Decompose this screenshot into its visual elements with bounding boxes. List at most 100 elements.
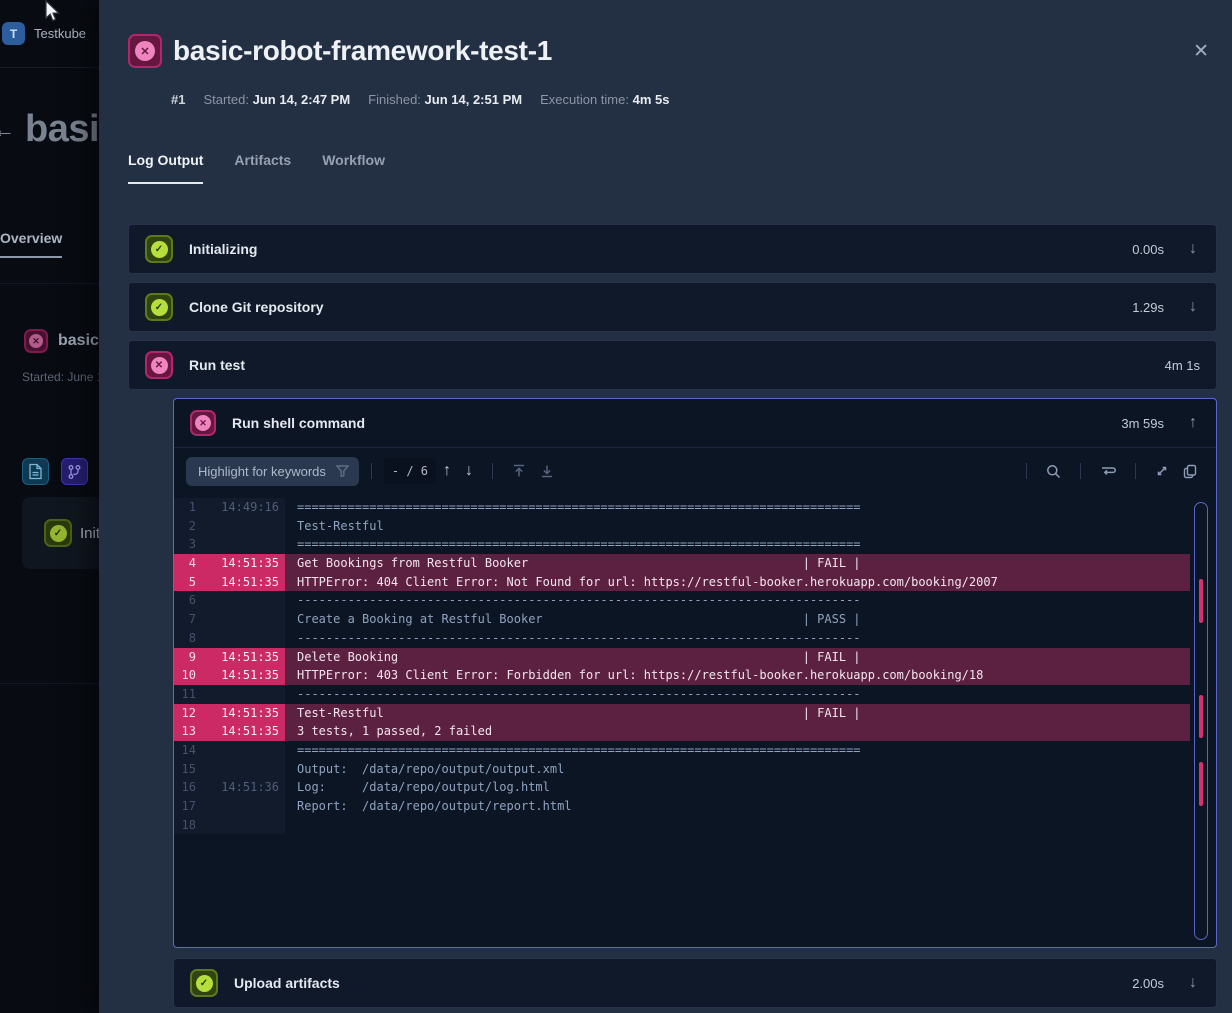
log-lines[interactable]: 114:49:16===============================…: [174, 494, 1190, 947]
finished-label: Finished:: [368, 92, 421, 107]
log-line: 14======================================…: [174, 741, 1190, 760]
step-row-initializing[interactable]: ✓ Initializing 0.00s ↓: [128, 224, 1217, 274]
background-step-label: Init: [80, 525, 100, 542]
next-match-icon[interactable]: ↓: [465, 462, 473, 480]
tab-workflow[interactable]: Workflow: [322, 152, 385, 184]
execution-fail-status-icon: ✕: [128, 34, 162, 68]
tab-artifacts[interactable]: Artifacts: [234, 152, 291, 184]
log-line-number: 9: [174, 648, 196, 667]
testkube-logo[interactable]: T: [2, 22, 25, 45]
chevron-down-icon[interactable]: ↓: [1186, 298, 1200, 316]
log-line-number: 15: [174, 760, 196, 779]
background-step-row[interactable]: ✓ Init: [22, 497, 99, 569]
log-line-timestamp: [196, 760, 285, 779]
search-icon[interactable]: [1046, 464, 1061, 479]
background-tab-overview[interactable]: Overview: [0, 230, 62, 258]
execution-card-title[interactable]: basic: [58, 332, 99, 350]
divider: [371, 463, 372, 479]
tab-log-output[interactable]: Log Output: [128, 152, 203, 184]
log-line-number: 13: [174, 722, 196, 741]
log-line-text: ----------------------------------------…: [285, 591, 1190, 610]
log-line: 2Test-Restful: [174, 517, 1190, 536]
log-line-timestamp: [196, 517, 285, 536]
log-line-text: ========================================…: [285, 498, 1190, 517]
pass-status-icon: ✓: [44, 519, 72, 547]
step-row-run-shell-command[interactable]: ✕ Run shell command 3m 59s ↑: [174, 399, 1216, 448]
execution-time-label: Execution time:: [540, 92, 629, 107]
divider: [492, 463, 493, 479]
pass-status-icon: ✓: [145, 235, 173, 263]
log-line-text: ----------------------------------------…: [285, 629, 1190, 648]
log-line-gutter: 8: [174, 629, 285, 648]
log-line-text: Report: /data/repo/output/report.html: [285, 797, 1190, 816]
previous-match-icon[interactable]: ↑: [443, 462, 451, 480]
log-line-number: 11: [174, 685, 196, 704]
step-row-upload-artifacts[interactable]: ✓ Upload artifacts 2.00s ↓: [173, 958, 1217, 1008]
log-line-gutter: 414:51:35: [174, 554, 285, 573]
log-line: 514:51:35HTTPError: 404 Client Error: No…: [174, 573, 1190, 592]
mouse-cursor: [42, 0, 62, 24]
log-line-timestamp: 14:51:35: [196, 573, 285, 592]
expand-icon[interactable]: [1155, 464, 1169, 478]
log-line-timestamp: 14:51:35: [196, 554, 285, 573]
log-line-text: Test-Restful: [285, 517, 1190, 536]
git-branch-icon[interactable]: [61, 458, 88, 485]
log-line: 914:51:35Delete Booking | FAIL |: [174, 648, 1190, 667]
file-icon[interactable]: [22, 458, 49, 485]
execution-time-value: 4m 5s: [633, 92, 670, 107]
log-line-timestamp: 14:51:36: [196, 778, 285, 797]
divider: [1135, 463, 1136, 479]
log-line-gutter: 2: [174, 517, 285, 536]
execution-card-subtitle: Started: June 1: [22, 370, 103, 384]
log-line-text: Output: /data/repo/output/output.xml: [285, 760, 1190, 779]
log-line: 18: [174, 816, 1190, 835]
app-name: Testkube: [34, 26, 86, 41]
log-line-gutter: 914:51:35: [174, 648, 285, 667]
log-line-gutter: 1014:51:35: [174, 666, 285, 685]
log-line-gutter: 3: [174, 535, 285, 554]
log-line: 3 =======================================…: [174, 535, 1190, 554]
log-viewer: 114:49:16===============================…: [174, 494, 1216, 947]
log-line-text: ========================================…: [285, 535, 1190, 554]
wrap-text-icon[interactable]: [1100, 464, 1116, 478]
step-label: Upload artifacts: [234, 975, 340, 991]
log-line-timestamp: [196, 797, 285, 816]
copy-icon[interactable]: [1183, 464, 1197, 479]
log-line-gutter: 17: [174, 797, 285, 816]
close-icon[interactable]: ✕: [1193, 40, 1209, 63]
execution-drawer: ✕ basic-robot-framework-test-1 ✕ #1 Star…: [99, 0, 1232, 1013]
log-line-number: 3: [174, 535, 196, 554]
log-line-gutter: 1614:51:36: [174, 778, 285, 797]
log-line-text: ========================================…: [285, 741, 1190, 760]
log-line: 6---------------------------------------…: [174, 591, 1190, 610]
log-toolbar: Highlight for keywords - / 6 ↑ ↓: [174, 448, 1216, 494]
log-line-number: 4: [174, 554, 196, 573]
log-line-timestamp: 14:51:35: [196, 666, 285, 685]
back-arrow-icon[interactable]: ←: [0, 117, 17, 143]
highlight-keywords-input[interactable]: Highlight for keywords: [186, 457, 359, 486]
log-scrollbar[interactable]: [1194, 502, 1208, 940]
log-line-gutter: 1314:51:35: [174, 722, 285, 741]
scrollbar-error-mark: [1199, 695, 1203, 739]
scroll-to-top-icon[interactable]: [512, 464, 526, 478]
log-line-text: ----------------------------------------…: [285, 685, 1190, 704]
step-row-clone-git[interactable]: ✓ Clone Git repository 1.29s ↓: [128, 282, 1217, 332]
scroll-to-bottom-icon[interactable]: [540, 464, 554, 478]
log-line-timestamp: [196, 535, 285, 554]
step-row-run-test[interactable]: ✕ Run test 4m 1s: [128, 340, 1217, 390]
log-line-gutter: 6: [174, 591, 285, 610]
log-line: 114:49:16===============================…: [174, 498, 1190, 517]
log-line-number: 16: [174, 778, 196, 797]
run-shell-command-panel: ✕ Run shell command 3m 59s ↑ Highlight f…: [173, 398, 1217, 948]
execution-meta: #1 Started: Jun 14, 2:47 PM Finished: Ju…: [171, 92, 669, 107]
log-line-timestamp: 14:51:35: [196, 648, 285, 667]
log-line-gutter: 15: [174, 760, 285, 779]
step-label: Run test: [189, 357, 245, 373]
log-line-timestamp: [196, 816, 285, 835]
chevron-down-icon[interactable]: ↓: [1186, 974, 1200, 992]
chevron-down-icon[interactable]: ↓: [1186, 240, 1200, 258]
log-line-gutter: 7: [174, 610, 285, 629]
log-scrollbar-column: [1190, 494, 1216, 947]
chevron-up-icon[interactable]: ↑: [1186, 414, 1200, 432]
log-line-gutter: 18: [174, 816, 285, 835]
